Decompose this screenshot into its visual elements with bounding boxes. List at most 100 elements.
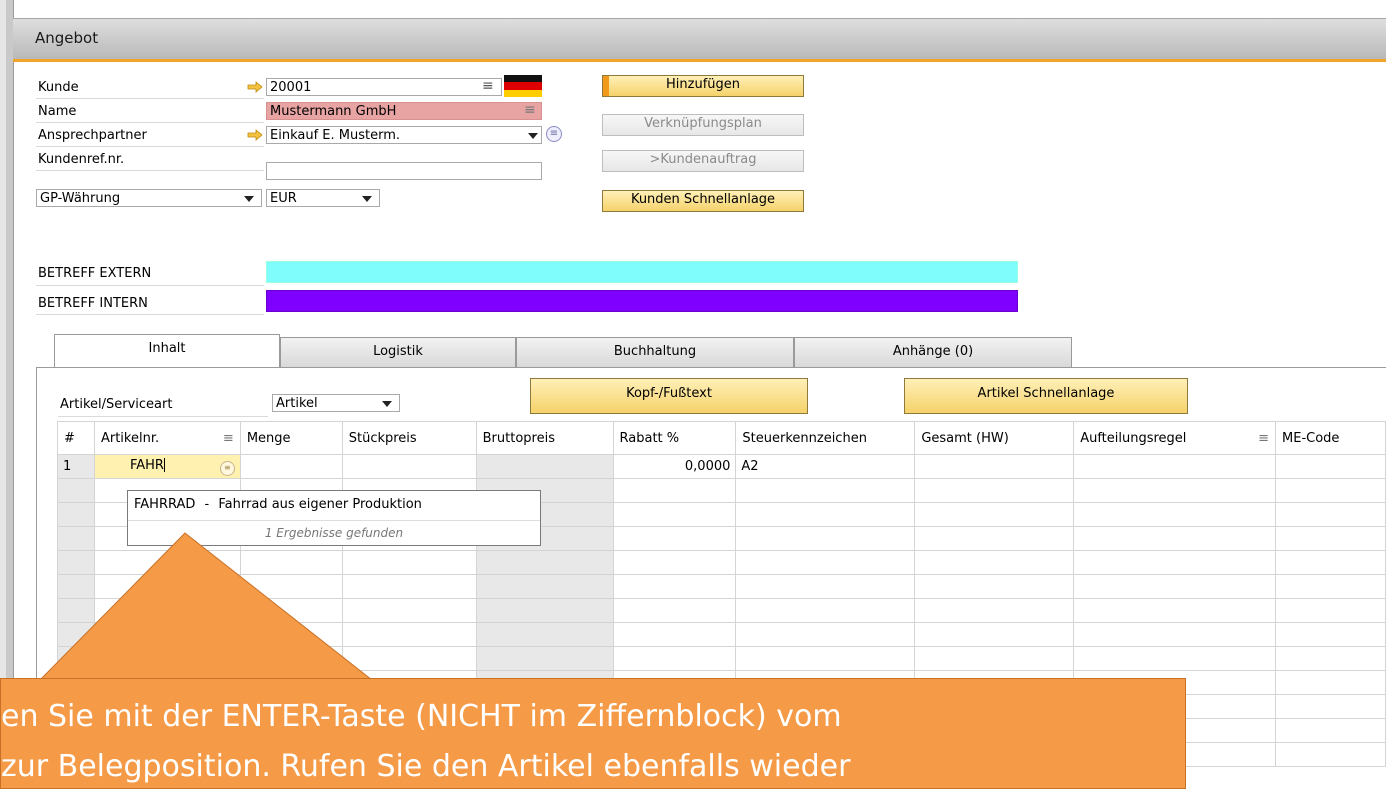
cell[interactable] (341, 550, 477, 575)
col-header-distribution-rule[interactable]: Aufteilungsregel ≡ (1073, 421, 1277, 455)
total-cell[interactable] (914, 454, 1075, 479)
cell[interactable] (735, 574, 916, 599)
contact-field[interactable]: Einkauf E. Musterm. (266, 126, 542, 144)
subject-intern-field[interactable] (266, 290, 1018, 312)
customer-field[interactable]: 20001 (266, 78, 502, 96)
chevron-down-icon[interactable] (528, 133, 538, 139)
cell[interactable] (1275, 598, 1386, 623)
table-row[interactable] (57, 598, 1386, 623)
link-arrow-icon[interactable] (247, 81, 263, 93)
cell[interactable] (612, 574, 737, 599)
cell[interactable] (93, 646, 241, 671)
cell[interactable] (612, 550, 737, 575)
quantity-cell[interactable] (239, 454, 343, 479)
table-row[interactable] (57, 646, 1386, 671)
list-icon[interactable]: ≡ (482, 78, 494, 94)
cell[interactable] (1275, 526, 1386, 551)
cell[interactable] (341, 598, 477, 623)
table-row[interactable] (57, 622, 1386, 647)
col-header-discount[interactable]: Rabatt % (612, 421, 737, 455)
quick-item-button[interactable]: Artikel Schnellanlage (904, 378, 1188, 414)
suggestion-item[interactable]: FAHRRAD - Fahrrad aus eigener Produktion (134, 497, 422, 512)
cell[interactable] (1275, 502, 1386, 527)
cell[interactable] (1073, 574, 1277, 599)
cell[interactable] (239, 646, 343, 671)
subject-extern-field[interactable] (266, 261, 1018, 283)
cell[interactable] (914, 598, 1075, 623)
cell[interactable] (735, 526, 916, 551)
cell[interactable] (914, 478, 1075, 503)
cell[interactable] (341, 622, 477, 647)
cell[interactable] (735, 646, 916, 671)
distribution-rule-cell[interactable] (1073, 454, 1277, 479)
item-type-select[interactable]: Artikel (272, 394, 400, 412)
tab-buchhaltung[interactable]: Buchhaltung (516, 337, 794, 367)
cell[interactable] (1073, 598, 1277, 623)
cell[interactable] (1073, 502, 1277, 527)
col-header-gross-price[interactable]: Bruttopreis (475, 421, 614, 455)
cell[interactable] (239, 622, 343, 647)
unit-price-cell[interactable] (341, 454, 477, 479)
custref-field[interactable] (266, 162, 542, 180)
cell[interactable] (735, 550, 916, 575)
cell[interactable] (475, 622, 614, 647)
to-sales-order-button[interactable]: >Kundenauftrag (602, 150, 804, 172)
cell[interactable] (1275, 670, 1386, 695)
cell[interactable] (914, 646, 1075, 671)
cell[interactable] (612, 478, 737, 503)
cell[interactable] (239, 598, 343, 623)
cell[interactable] (1275, 646, 1386, 671)
cell[interactable] (93, 598, 241, 623)
item-number-cell[interactable]: FAHR ≡ (93, 454, 241, 479)
cell[interactable] (341, 646, 477, 671)
add-button[interactable]: Hinzufügen (602, 75, 804, 97)
col-header-tax-code[interactable]: Steuerkennzeichen (735, 421, 916, 455)
currency-type-select[interactable]: GP-Währung (36, 189, 262, 207)
table-row[interactable] (57, 574, 1386, 599)
quick-customer-button[interactable]: Kunden Schnellanlage (602, 190, 804, 212)
cell[interactable] (1073, 478, 1277, 503)
cell[interactable] (475, 646, 614, 671)
cell[interactable] (612, 646, 737, 671)
cell[interactable] (1275, 694, 1386, 719)
details-icon[interactable]: ≡ (219, 460, 235, 476)
cell[interactable] (1073, 622, 1277, 647)
tax-code-cell[interactable]: A2 (735, 454, 916, 479)
table-row[interactable]: 1 FAHR ≡ 0,0000 A2 (57, 454, 1386, 479)
cell[interactable] (1275, 622, 1386, 647)
cell[interactable] (914, 550, 1075, 575)
cell[interactable] (735, 598, 916, 623)
list-icon[interactable]: ≡ (524, 102, 536, 118)
link-arrow-icon[interactable] (247, 129, 263, 141)
cell[interactable] (914, 502, 1075, 527)
discount-cell[interactable]: 0,0000 (612, 454, 737, 479)
cell[interactable] (735, 478, 916, 503)
cell[interactable] (914, 574, 1075, 599)
cell[interactable] (475, 574, 614, 599)
tab-inhalt[interactable]: Inhalt (54, 334, 280, 367)
cell[interactable] (735, 622, 916, 647)
cell[interactable] (612, 502, 737, 527)
cell[interactable] (93, 574, 241, 599)
tab-logistik[interactable]: Logistik (280, 337, 516, 367)
cell[interactable] (475, 598, 614, 623)
uom-code-cell[interactable] (1275, 454, 1386, 479)
cell[interactable] (612, 622, 737, 647)
col-header-num[interactable]: # (57, 421, 95, 455)
cell[interactable] (239, 574, 343, 599)
cell[interactable] (612, 526, 737, 551)
tab-anhaenge[interactable]: Anhänge (0) (794, 337, 1072, 367)
cell[interactable] (1073, 526, 1277, 551)
col-header-uom-code[interactable]: ME-Code (1275, 421, 1386, 455)
table-row[interactable] (57, 550, 1386, 575)
cell[interactable] (914, 622, 1075, 647)
cell[interactable] (735, 502, 916, 527)
cell[interactable] (1073, 646, 1277, 671)
col-header-unit-price[interactable]: Stückpreis (341, 421, 477, 455)
details-icon[interactable]: ≡ (546, 126, 562, 142)
cell[interactable] (914, 526, 1075, 551)
chevron-down-icon[interactable] (362, 196, 372, 202)
chevron-down-icon[interactable] (382, 401, 392, 407)
cell[interactable] (93, 550, 241, 575)
cell[interactable] (612, 598, 737, 623)
